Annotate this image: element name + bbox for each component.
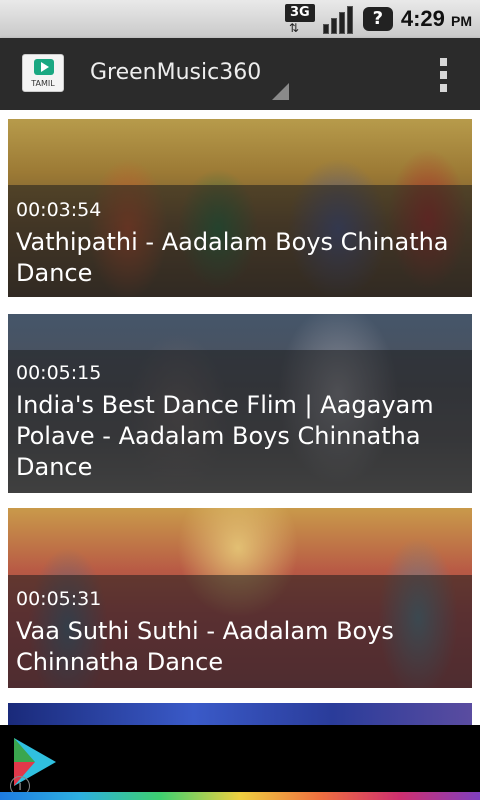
status-bar: 3G ⇅ ? 4:29 PM: [0, 0, 480, 38]
overflow-menu-icon[interactable]: [440, 58, 448, 92]
video-title: Vathipathi - Aadalam Boys Chinatha Dance: [16, 228, 449, 287]
video-list[interactable]: 00:03:54 Vathipathi - Aadalam Boys China…: [0, 110, 480, 725]
video-card[interactable]: 00:05:31 Vaa Suthi Suthi - Aadalam Boys …: [8, 508, 472, 688]
app-title-spinner[interactable]: GreenMusic360: [90, 60, 261, 85]
play-icon: [34, 59, 54, 75]
network-label: 3G: [284, 4, 315, 22]
video-card[interactable]: 00:05:15 India's Best Dance Flim | Aagay…: [8, 314, 472, 493]
video-card[interactable]: [8, 703, 472, 725]
app-logo-icon[interactable]: TAMIL: [22, 54, 64, 92]
video-duration: 00:05:15: [16, 362, 102, 384]
time-ampm: PM: [451, 13, 472, 29]
video-title: India's Best Dance Flim | Aagayam Polave…: [16, 391, 434, 481]
help-icon: ?: [362, 7, 393, 31]
ad-banner[interactable]: [0, 725, 480, 800]
time-value: 4:29: [400, 6, 445, 31]
signal-icon: [322, 4, 355, 34]
spinner-dropdown-icon[interactable]: [272, 83, 289, 100]
video-duration: 00:03:54: [16, 199, 102, 221]
action-bar: TAMIL GreenMusic360: [0, 38, 480, 110]
network-3g-icon: 3G ⇅: [284, 4, 315, 34]
status-time: 4:29 PM: [401, 6, 472, 32]
video-title: Vaa Suthi Suthi - Aadalam Boys Chinnatha…: [16, 617, 394, 676]
video-card[interactable]: 00:03:54 Vathipathi - Aadalam Boys China…: [8, 119, 472, 297]
ad-color-strip: [0, 792, 480, 800]
video-thumbnail: [8, 703, 472, 725]
video-duration: 00:05:31: [16, 588, 102, 610]
logo-label: TAMIL: [31, 79, 55, 88]
